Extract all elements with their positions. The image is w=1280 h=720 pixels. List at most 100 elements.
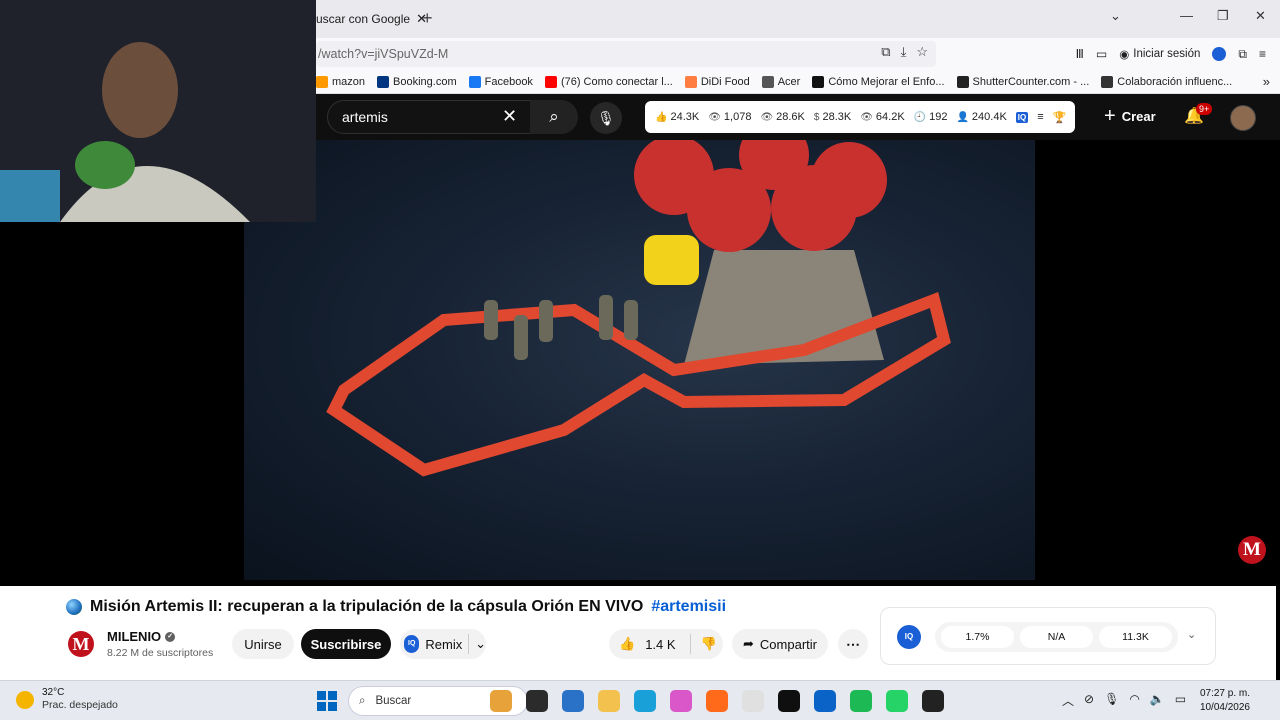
whatsapp-icon[interactable] (886, 690, 908, 712)
windows-start-icon[interactable] (317, 691, 337, 711)
tab-google[interactable]: uscar con Google ✕ (316, 6, 427, 32)
bookmark-star-icon[interactable]: ☆ (916, 44, 928, 60)
battery-icon[interactable]: ▭ (1175, 692, 1186, 709)
eye-icon: 👁 (860, 111, 873, 123)
more-bookmarks-icon[interactable]: » (1263, 74, 1270, 89)
menu-icon[interactable]: ≡ (1259, 47, 1266, 61)
edge-icon[interactable] (634, 690, 656, 712)
bookmark-item[interactable]: (76) Como conectar l... (544, 75, 673, 88)
file-explorer-dark-icon[interactable] (526, 690, 548, 712)
obs-icon[interactable] (922, 690, 944, 712)
yellow-float (644, 235, 699, 285)
search-button[interactable]: ⌕ (530, 100, 578, 134)
share-label: Compartir (759, 636, 817, 652)
list-icon[interactable]: ≡ (1037, 111, 1043, 123)
iq-badge-icon[interactable]: IQ (1015, 111, 1029, 123)
minimize-icon[interactable]: — (1180, 8, 1193, 23)
address-bar[interactable]: /watch?v=jiVSpuVZd-M (316, 41, 936, 67)
join-button[interactable]: Unirse (232, 629, 294, 659)
tab-list-icon[interactable]: ⌄ (1110, 8, 1121, 24)
eye-icon: 👁 (760, 111, 774, 123)
amazon-icon[interactable] (742, 690, 764, 712)
stat-value: 64.2K (875, 111, 905, 123)
wifi-icon[interactable]: ◠ (1129, 692, 1139, 709)
close-window-icon[interactable]: ✕ (1255, 8, 1266, 24)
library-icon[interactable]: Ⅲ (1076, 47, 1084, 61)
chevron-up-icon[interactable]: ︿ (1062, 692, 1074, 709)
stat-item: $28.3K (814, 111, 851, 123)
stat-item: 👍 24.3K (655, 111, 699, 123)
weather-widget[interactable]: 32°C Prac. despejado (16, 687, 118, 712)
search-box[interactable]: artemis ✕ ⌕ (327, 100, 578, 134)
picture-in-picture-icon[interactable]: ⧉ (881, 44, 890, 60)
dislike-icon[interactable]: 👎 (701, 636, 717, 652)
channel-name-text: MILENIO (107, 629, 162, 644)
sidebar-icon[interactable]: ▭ (1096, 47, 1107, 61)
trophy-icon[interactable]: 🏆 (1053, 111, 1067, 124)
recovery-crew (484, 295, 638, 360)
create-button[interactable]: + Crear (1104, 106, 1156, 126)
clock[interactable]: 07:27 p. m. 10/04/2026 (1200, 687, 1250, 715)
subscribe-button[interactable]: Suscribirse (301, 629, 391, 659)
dropbox-icon[interactable] (778, 690, 800, 712)
folder-icon[interactable] (598, 690, 620, 712)
more-actions-button[interactable]: ⋯ (838, 629, 868, 659)
share-icon: ➦ (743, 636, 754, 651)
search-icon: ⌕ (359, 694, 366, 707)
verified-icon: ✓ (165, 631, 176, 642)
firefox-icon[interactable] (706, 690, 728, 712)
stat-value: 192 (929, 111, 948, 123)
stat-value: 28.6K (776, 111, 805, 123)
bookmark-item[interactable]: Facebook (468, 75, 533, 88)
clock-icon: 🕘 (913, 111, 927, 123)
bookmark-item[interactable]: Cómo Mejorar el Enfo... (812, 75, 945, 88)
like-count[interactable]: 1.4 K (645, 637, 675, 652)
bookmark-item[interactable]: DiDi Food (684, 75, 750, 88)
chevron-down-icon[interactable]: ⌄ (475, 636, 486, 652)
divider (468, 634, 470, 654)
maximize-icon[interactable]: ❐ (1217, 8, 1229, 24)
save-page-icon[interactable]: ⤓ (901, 44, 907, 60)
remix-button[interactable]: IQ Remix ⌄ (400, 629, 486, 659)
user-avatar[interactable] (1230, 105, 1256, 131)
microphone-icon[interactable]: 🎙 (1104, 692, 1119, 709)
game-app-icon[interactable] (490, 690, 512, 712)
bookmark-item[interactable]: Acer (761, 75, 800, 88)
clear-search-icon[interactable]: ✕ (502, 106, 517, 127)
video-player[interactable] (244, 140, 1035, 580)
bookmark-item[interactable]: Colaboración influenc... (1101, 75, 1232, 88)
bookmark-label: mazon (332, 75, 366, 88)
like-icon[interactable]: 👍 (619, 636, 635, 652)
network-off-icon[interactable]: ⊘ (1084, 692, 1094, 709)
stats-extension-bar: 👍 24.3K 👁 1,078 👁 28.6K $28.3K 👁 64.2K 🕘 192 👤 240.4… (645, 101, 1075, 133)
metrics-bar: 1.7% N/A 11.3K (935, 622, 1178, 652)
thumb-icon: 👍 (655, 111, 668, 123)
stat-value: 28.3K (822, 111, 852, 123)
bookmark-item[interactable]: ShutterCounter.com - ... (956, 75, 1089, 88)
search-input[interactable]: artemis (342, 109, 388, 125)
bookmark-item[interactable]: Booking.com (377, 75, 457, 88)
copilot-icon[interactable] (670, 690, 692, 712)
stat-item: 👁 64.2K (860, 111, 904, 123)
spotify-icon[interactable] (850, 690, 872, 712)
bookmark-item[interactable]: mazon (316, 75, 366, 88)
like-dislike-group: 👍 1.4 K 👎 (609, 629, 723, 659)
extensions-icon[interactable]: ⧉ (1238, 47, 1247, 62)
share-button[interactable]: ➦ Compartir (732, 629, 828, 659)
outlook-icon[interactable] (814, 690, 836, 712)
signin-button[interactable]: ◉ Iniciar sesión (1119, 47, 1200, 61)
stat-value: 24.3K (670, 111, 700, 123)
taskbar-search-label: Buscar (375, 695, 412, 707)
dollar-icon: $ (813, 111, 820, 123)
new-tab-icon[interactable]: + (422, 9, 433, 27)
hashtag-link[interactable]: #artemisii (651, 598, 726, 616)
channel-name[interactable]: MILENIO ✓ (107, 629, 176, 644)
store-icon[interactable] (562, 690, 584, 712)
extension-iq-icon[interactable] (1212, 47, 1227, 61)
stat-item: 👁 1,078 (708, 111, 751, 123)
microphone-icon[interactable]: 🎙 (590, 102, 622, 134)
bookmark-favicon-icon (377, 75, 390, 88)
channel-avatar[interactable]: M (68, 631, 94, 657)
chevron-down-icon[interactable]: ⌄ (1187, 628, 1196, 641)
volume-icon[interactable]: 🔈 (1150, 692, 1165, 709)
